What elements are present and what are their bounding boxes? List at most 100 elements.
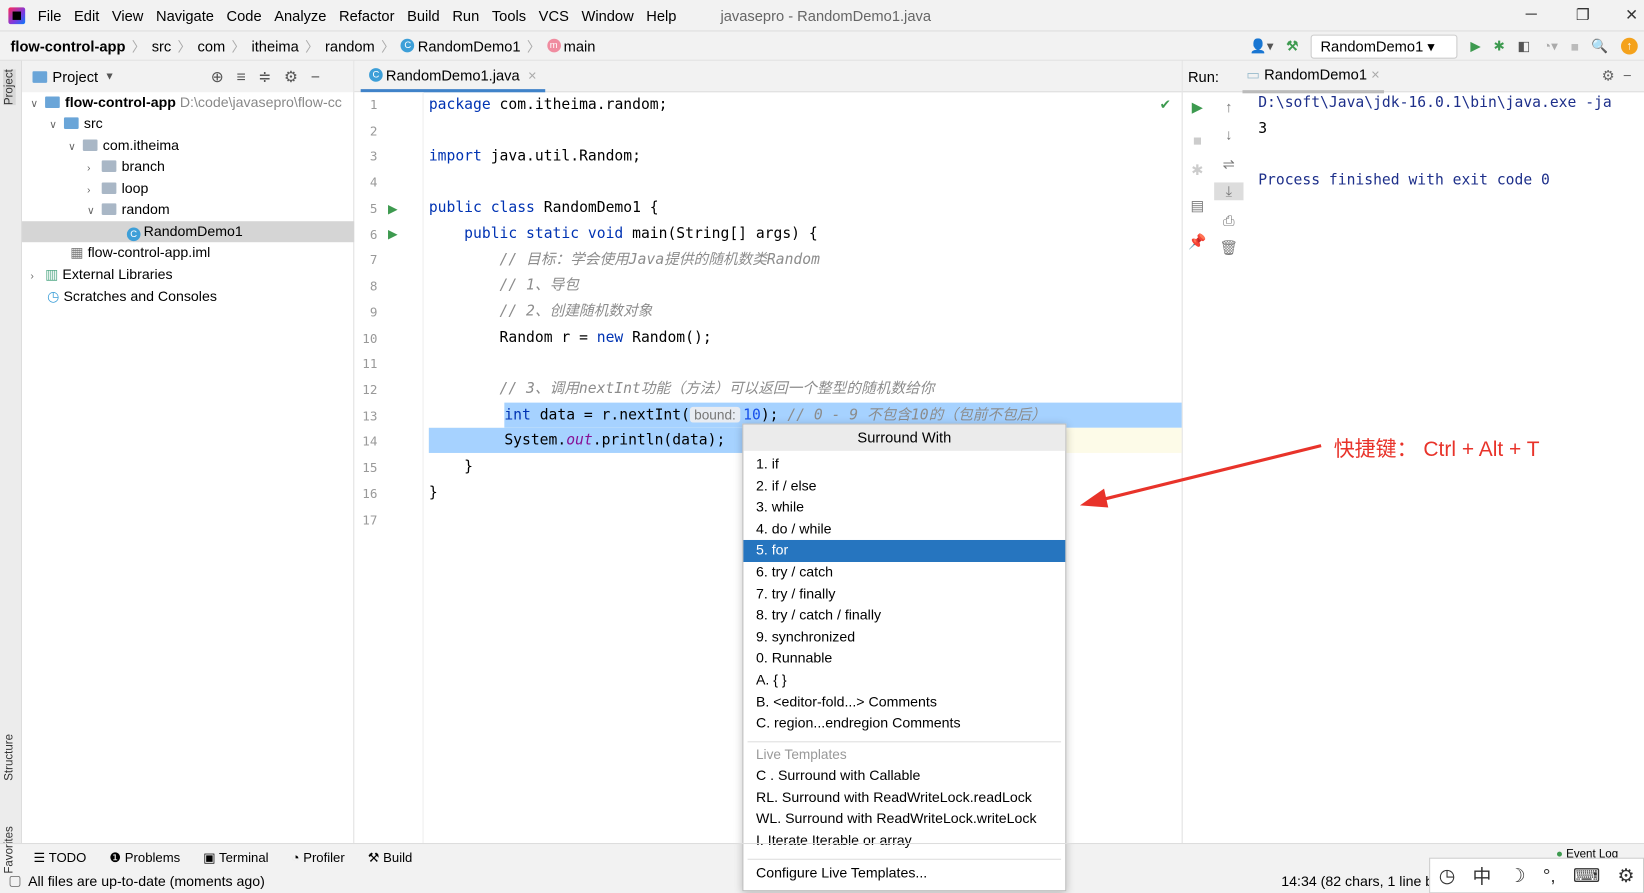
structure-tool-tab[interactable]: Structure: [3, 734, 16, 781]
scroll-up-icon[interactable]: ↑: [1214, 99, 1243, 116]
surround-synchronized[interactable]: 9. synchronized: [743, 627, 1065, 649]
terminal-tab[interactable]: ▣ Terminal: [203, 849, 268, 865]
menu-code[interactable]: Code: [227, 7, 262, 24]
update-icon[interactable]: ↑: [1620, 37, 1638, 55]
menu-analyze[interactable]: Analyze: [274, 7, 326, 24]
surround-try-finally[interactable]: 7. try / finally: [743, 584, 1065, 606]
breadcrumb-random[interactable]: random: [325, 37, 375, 54]
rerun-icon[interactable]: ▶: [1183, 99, 1212, 117]
tree-item-random[interactable]: ∨ random: [22, 199, 354, 220]
menu-vcs[interactable]: VCS: [539, 7, 569, 24]
menu-bar: File Edit View Navigate Code Analyze Ref…: [0, 0, 1644, 32]
editor-tab-randomdemo1[interactable]: C RandomDemo1.java ×: [360, 61, 546, 93]
scroll-down-icon[interactable]: ↓: [1214, 126, 1243, 143]
live-template-readlock[interactable]: RL. Surround with ReadWriteLock.readLock: [743, 787, 1065, 809]
live-template-writelock[interactable]: WL. Surround with ReadWriteLock.writeLoc…: [743, 809, 1065, 831]
stop-run-icon[interactable]: ■: [1183, 132, 1212, 149]
run-config-select[interactable]: RandomDemo1 ▾: [1311, 34, 1458, 59]
run-gutter-icon[interactable]: ▶: [388, 226, 398, 241]
breadcrumb-method[interactable]: main: [564, 37, 596, 54]
coverage-icon[interactable]: ◧: [1517, 38, 1530, 55]
ime-moon-icon[interactable]: ☽: [1509, 864, 1526, 886]
surround-region[interactable]: C. region...endregion Comments: [743, 713, 1065, 735]
build-tab[interactable]: ⚒ Build: [368, 849, 413, 865]
surround-runnable[interactable]: 0. Runnable: [743, 648, 1065, 670]
surround-try-catch[interactable]: 6. try / catch: [743, 562, 1065, 584]
surround-try-catch-finally[interactable]: 8. try / catch / finally: [743, 605, 1065, 627]
tree-item-branch[interactable]: › branch: [22, 156, 354, 177]
run-settings-icon[interactable]: ⚙ −: [1602, 67, 1632, 85]
minimize-button[interactable]: ─: [1526, 5, 1537, 23]
scroll-to-end-icon[interactable]: ⤓: [1214, 182, 1244, 201]
live-templates-header: Live Templates: [755, 746, 847, 763]
ime-chinese-mode[interactable]: 中: [1473, 862, 1492, 889]
tree-item-scratches[interactable]: ◷ Scratches and Consoles: [22, 286, 354, 307]
tree-item-src[interactable]: ∨ src: [22, 113, 354, 134]
build-hammer-icon[interactable]: ⚒: [1286, 38, 1298, 55]
profiler-tab[interactable]: ◔ Profiler: [292, 850, 345, 865]
menu-refactor[interactable]: Refactor: [339, 7, 394, 24]
restore-button[interactable]: ❐: [1576, 5, 1590, 24]
layout-icon[interactable]: ▤: [1183, 197, 1212, 215]
pin-icon[interactable]: 📌: [1183, 233, 1212, 251]
tree-item-randomdemo1[interactable]: C RandomDemo1: [22, 221, 355, 243]
live-template-callable[interactable]: C . Surround with Callable: [743, 765, 1065, 787]
clear-icon[interactable]: 🗑: [1214, 239, 1243, 257]
breadcrumb-project[interactable]: flow-control-app: [10, 37, 125, 54]
console-line: 3: [1258, 120, 1268, 138]
caret-position[interactable]: 14:34 (82 chars, 1 line b: [1281, 873, 1433, 889]
search-icon[interactable]: 🔍: [1591, 38, 1608, 55]
breadcrumb-com[interactable]: com: [197, 37, 225, 54]
menu-edit[interactable]: Edit: [74, 7, 99, 24]
run-gutter-icon[interactable]: ▶: [388, 201, 398, 216]
menu-file[interactable]: File: [38, 7, 62, 24]
tree-item-project-root[interactable]: ∨ flow-control-app D:\code\javasepro\flow…: [22, 92, 354, 113]
window-title: javasepro - RandomDemo1.java: [720, 6, 931, 24]
status-bar: ▢ All files are up-to-date (moments ago)…: [0, 868, 1644, 893]
tree-item-com-itheima[interactable]: ∨ com.itheima: [22, 135, 354, 156]
close-tab-icon[interactable]: ×: [528, 67, 537, 84]
menu-view[interactable]: View: [112, 7, 144, 24]
tree-item-iml[interactable]: ▦ flow-control-app.iml: [22, 242, 354, 263]
surround-editor-fold[interactable]: B. <editor-fold...> Comments: [743, 692, 1065, 714]
surround-for[interactable]: 5. for: [743, 540, 1066, 562]
surround-braces[interactable]: A. { }: [743, 670, 1065, 692]
run-tab[interactable]: ▭ RandomDemo1 ×: [1242, 59, 1384, 93]
menu-build[interactable]: Build: [407, 7, 440, 24]
menu-tools[interactable]: Tools: [492, 7, 526, 24]
user-icon[interactable]: 👤▾: [1250, 38, 1274, 55]
ime-punctuation-icon[interactable]: °,: [1543, 864, 1556, 886]
close-button[interactable]: ✕: [1625, 5, 1638, 24]
print-icon[interactable]: ⎙: [1214, 212, 1243, 230]
run-icon[interactable]: ▶: [1470, 38, 1480, 55]
project-view-select[interactable]: Project: [52, 68, 98, 85]
todo-tab[interactable]: ☰ TODO: [34, 849, 87, 865]
stop-icon[interactable]: ■: [1571, 38, 1579, 54]
ime-keyboard-icon[interactable]: ⌨: [1573, 864, 1600, 886]
panel-actions-icon[interactable]: ⊕≡≑⚙−: [211, 67, 333, 86]
console-line: D:\soft\Java\jdk-16.0.1\bin\java.exe -ja: [1258, 94, 1612, 112]
debug-run-icon[interactable]: ✱: [1183, 161, 1212, 179]
surround-if[interactable]: 1. if: [743, 454, 1065, 476]
menu-run[interactable]: Run: [452, 7, 479, 24]
menu-window[interactable]: Window: [581, 7, 633, 24]
soft-wrap-icon[interactable]: ⇌: [1214, 155, 1243, 173]
inspection-ok-icon: ✔: [1159, 96, 1172, 113]
surround-do-while[interactable]: 4. do / while: [743, 519, 1065, 541]
breadcrumb-class[interactable]: RandomDemo1: [418, 37, 521, 54]
project-tool-tab[interactable]: Project: [3, 69, 16, 106]
tree-item-loop[interactable]: › loop: [22, 178, 354, 199]
surround-if-else[interactable]: 2. if / else: [743, 476, 1065, 498]
ime-settings-icon[interactable]: ⚙: [1617, 864, 1634, 886]
profile-icon[interactable]: ◔▾: [1543, 38, 1558, 55]
surround-while[interactable]: 3. while: [743, 497, 1065, 519]
tool-window-bar: ☰ TODO ❶ Problems ▣ Terminal ◔ Profiler …: [0, 842, 1644, 870]
problems-tab[interactable]: ❶ Problems: [109, 849, 180, 865]
tree-item-external-libraries[interactable]: › ▥ External Libraries: [22, 264, 354, 285]
menu-navigate[interactable]: Navigate: [156, 7, 214, 24]
breadcrumb-itheima[interactable]: itheima: [251, 37, 298, 54]
ime-logo-icon[interactable]: ◷: [1439, 864, 1455, 886]
menu-help[interactable]: Help: [646, 7, 676, 24]
debug-icon[interactable]: ✱: [1493, 38, 1504, 55]
breadcrumb-src[interactable]: src: [152, 37, 172, 54]
